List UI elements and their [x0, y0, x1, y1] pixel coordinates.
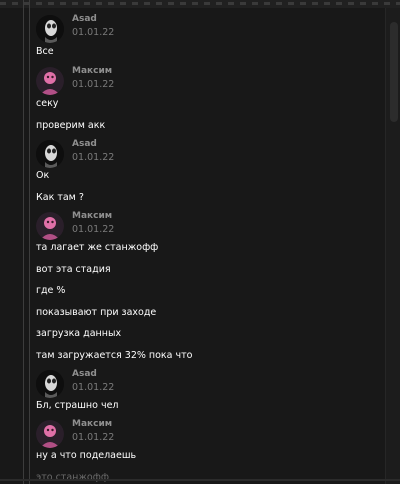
avatar[interactable]: [36, 15, 64, 43]
top-toolbar-strip: [0, 0, 400, 8]
message-text: вот эта стадия: [36, 264, 111, 275]
message-date: 01.01.22: [72, 79, 115, 90]
message-text: там загружается 32% пока что: [36, 350, 193, 361]
scrollbar-thumb[interactable]: [390, 22, 398, 122]
message-author[interactable]: Asad: [72, 369, 97, 379]
message-date: 01.01.22: [72, 152, 115, 163]
input-divider: [0, 479, 400, 481]
avatar[interactable]: [36, 67, 64, 95]
thread-rail-inner: [29, 0, 30, 484]
message-date: 01.01.22: [72, 432, 115, 443]
message-author[interactable]: Максим: [72, 419, 112, 429]
message-author[interactable]: Максим: [72, 211, 112, 221]
message-author[interactable]: Asad: [72, 139, 97, 149]
message-text: Все: [36, 46, 54, 57]
message-text: проверим акк: [36, 120, 106, 131]
message-text: Бл, страшно чел: [36, 400, 119, 411]
toolbar-dots: [0, 2, 400, 5]
message-text: это станжофф: [36, 472, 109, 483]
message-date: 01.01.22: [72, 27, 115, 38]
message-text: где %: [36, 285, 66, 296]
message-author[interactable]: Asad: [72, 14, 97, 24]
message-date: 01.01.22: [72, 382, 115, 393]
message-author[interactable]: Максим: [72, 66, 112, 76]
thread-rail-outer: [23, 0, 24, 484]
message-date: 01.01.22: [72, 224, 115, 235]
message-text: та лагает же станжофф: [36, 242, 159, 253]
message-text: показывают при заходе: [36, 307, 157, 318]
message-text: загрузка данных: [36, 328, 122, 339]
message-text: Как там ?: [36, 192, 84, 203]
scrollbar[interactable]: [385, 8, 400, 484]
avatar[interactable]: [36, 370, 64, 398]
message-text: Ок: [36, 170, 50, 181]
message-text: ну а что поделаешь: [36, 450, 137, 461]
message-text: секу: [36, 98, 59, 109]
avatar[interactable]: [36, 420, 64, 448]
avatar[interactable]: [36, 140, 64, 168]
avatar[interactable]: [36, 212, 64, 240]
